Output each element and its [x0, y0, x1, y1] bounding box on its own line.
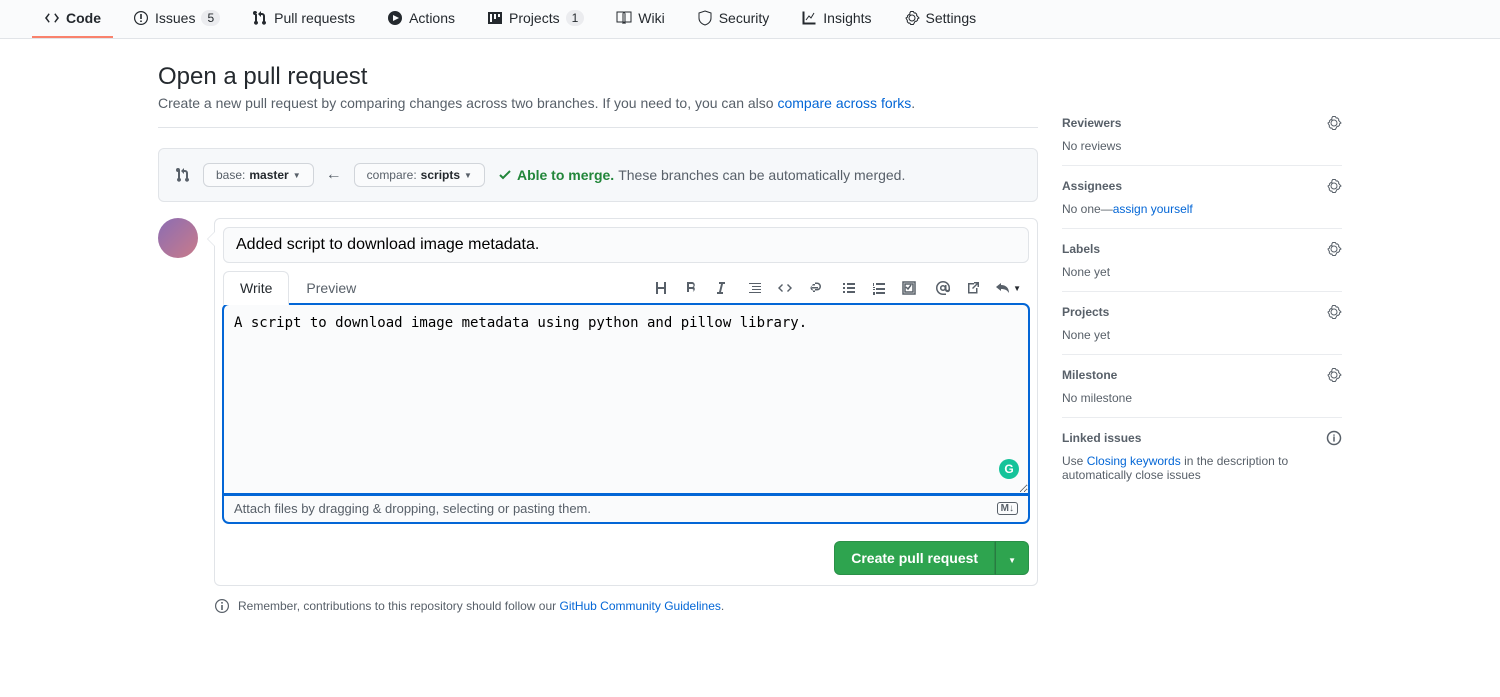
tab-label: Issues — [155, 10, 195, 26]
gear-icon[interactable] — [1326, 367, 1342, 383]
sidebar-labels: Labels None yet — [1062, 229, 1342, 292]
caret-down-icon: ▼ — [464, 171, 472, 180]
pr-icon — [252, 10, 268, 26]
page-subtitle: Create a new pull request by comparing c… — [158, 95, 1038, 128]
gear-icon[interactable] — [1326, 304, 1342, 320]
sidebar-linked-issues: Linked issues Use Closing keywords in th… — [1062, 418, 1342, 494]
compare-branch-button[interactable]: compare: scripts ▼ — [354, 163, 485, 187]
gear-icon — [904, 10, 920, 26]
sidebar-assignees: Assignees No one—assign yourself — [1062, 166, 1342, 229]
tab-label: Settings — [926, 10, 977, 26]
compare-forks-link[interactable]: compare across forks — [777, 95, 911, 111]
bold-icon[interactable] — [683, 280, 699, 296]
arrow-left-icon: ← — [326, 166, 342, 184]
heading-icon[interactable] — [653, 280, 669, 296]
quote-icon[interactable] — [747, 280, 763, 296]
issue-icon — [133, 10, 149, 26]
guidelines-link[interactable]: GitHub Community Guidelines — [560, 599, 721, 613]
create-pr-dropdown[interactable]: ▼ — [995, 541, 1029, 575]
tab-insights[interactable]: Insights — [789, 0, 883, 38]
create-pr-button[interactable]: Create pull request — [834, 541, 995, 575]
tasklist-icon[interactable] — [901, 280, 917, 296]
grammarly-icon[interactable]: G — [999, 459, 1019, 479]
tab-label: Wiki — [638, 10, 664, 26]
tab-label: Projects — [509, 10, 560, 26]
compare-icon — [175, 167, 191, 183]
tab-code[interactable]: Code — [32, 0, 113, 38]
sidebar-reviewers: Reviewers No reviews — [1062, 103, 1342, 166]
pr-title-input[interactable] — [223, 227, 1029, 263]
sidebar-projects: Projects None yet — [1062, 292, 1342, 355]
compare-box: base: master ▼ ← compare: scripts ▼ Able… — [158, 148, 1038, 202]
reply-icon[interactable]: ▼ — [995, 280, 1021, 296]
shield-icon — [697, 10, 713, 26]
footer-note: Remember, contributions to this reposito… — [214, 598, 1038, 614]
link-icon[interactable] — [807, 280, 823, 296]
info-icon — [214, 598, 230, 614]
assign-yourself-link[interactable]: assign yourself — [1113, 202, 1193, 216]
tab-actions[interactable]: Actions — [375, 0, 467, 38]
markdown-badge[interactable]: M↓ — [997, 502, 1018, 515]
attach-hint[interactable]: Attach files by dragging & dropping, sel… — [223, 495, 1029, 523]
markdown-toolbar: ▼ — [653, 280, 1029, 296]
base-branch-button[interactable]: base: master ▼ — [203, 163, 314, 187]
caret-down-icon: ▼ — [293, 171, 301, 180]
code-icon — [44, 10, 60, 26]
tab-wiki[interactable]: Wiki — [604, 0, 676, 38]
closing-keywords-link[interactable]: Closing keywords — [1087, 454, 1181, 468]
ol-icon[interactable] — [871, 280, 887, 296]
page-title: Open a pull request — [158, 63, 1038, 91]
book-icon — [616, 10, 632, 26]
tab-label: Actions — [409, 10, 455, 26]
avatar[interactable] — [158, 218, 198, 258]
tab-settings[interactable]: Settings — [892, 0, 989, 38]
gear-icon[interactable] — [1326, 115, 1342, 131]
tab-pull-requests[interactable]: Pull requests — [240, 0, 367, 38]
crossref-icon[interactable] — [965, 280, 981, 296]
merge-status: Able to merge. These branches can be aut… — [497, 167, 905, 183]
ul-icon[interactable] — [841, 280, 857, 296]
check-icon — [497, 167, 513, 183]
issues-badge: 5 — [201, 10, 220, 26]
code-icon[interactable] — [777, 280, 793, 296]
tab-label: Security — [719, 10, 770, 26]
tab-security[interactable]: Security — [685, 0, 782, 38]
tab-label: Code — [66, 10, 101, 26]
compose-box: Write Preview — [214, 218, 1038, 586]
tab-preview[interactable]: Preview — [289, 271, 373, 305]
tab-label: Insights — [823, 10, 871, 26]
pr-body-textarea[interactable] — [223, 304, 1029, 494]
sidebar-milestone: Milestone No milestone — [1062, 355, 1342, 418]
graph-icon — [801, 10, 817, 26]
tab-write[interactable]: Write — [223, 271, 289, 305]
info-icon[interactable] — [1326, 430, 1342, 446]
project-icon — [487, 10, 503, 26]
tab-projects[interactable]: Projects 1 — [475, 0, 596, 38]
italic-icon[interactable] — [713, 280, 729, 296]
tab-issues[interactable]: Issues 5 — [121, 0, 232, 38]
sidebar: Reviewers No reviews Assignees No one—as… — [1062, 63, 1342, 614]
gear-icon[interactable] — [1326, 178, 1342, 194]
play-icon — [387, 10, 403, 26]
tab-label: Pull requests — [274, 10, 355, 26]
mention-icon[interactable] — [935, 280, 951, 296]
gear-icon[interactable] — [1326, 241, 1342, 257]
projects-badge: 1 — [566, 10, 585, 26]
repo-nav: Code Issues 5 Pull requests Actions Proj… — [0, 0, 1500, 39]
